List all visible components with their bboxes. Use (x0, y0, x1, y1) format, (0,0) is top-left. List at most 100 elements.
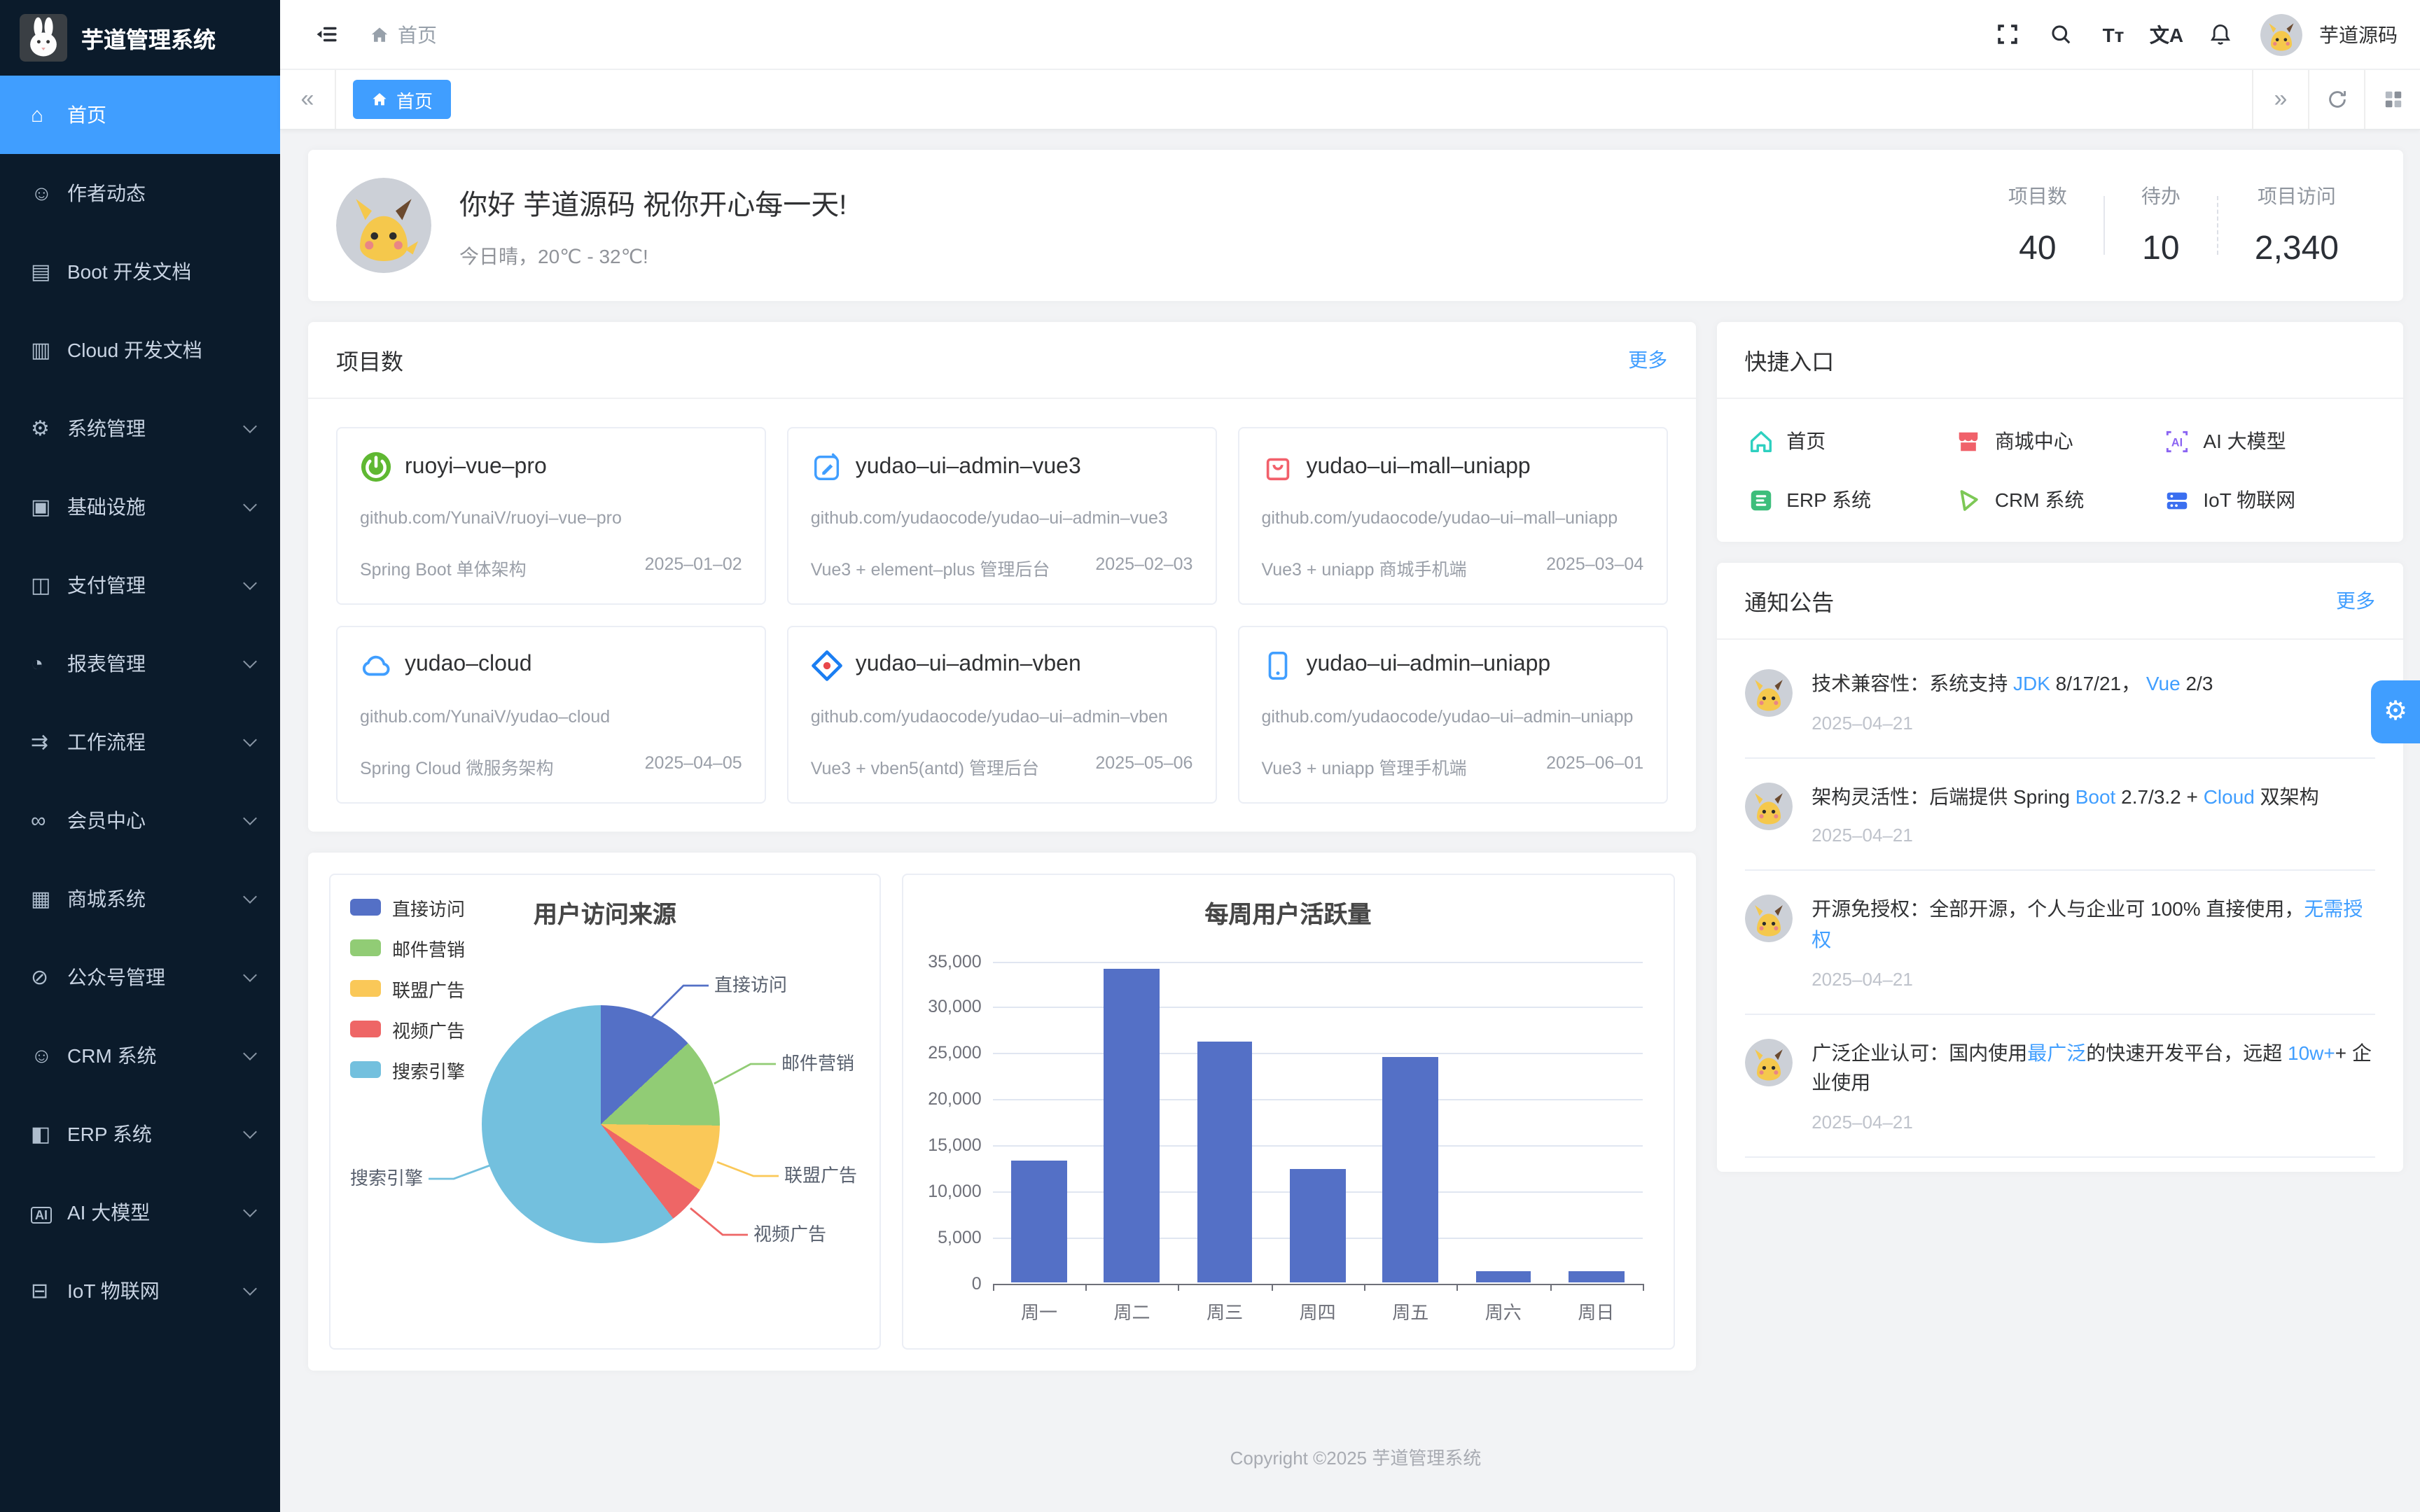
gear-icon: ⚙ (31, 416, 67, 441)
tabs-scroll-left-icon[interactable]: « (280, 70, 336, 129)
rabbit-logo-icon (20, 14, 67, 62)
project-desc: Vue3 + vben5(antd) 管理后台 (811, 752, 1039, 779)
notice-item-1[interactable]: 技术兼容性：系统支持 JDK 8/17/21， Vue 2/32025–04–2… (1744, 645, 2375, 758)
stat-label: 项目访问 (2255, 182, 2339, 210)
project-card-3[interactable]: yudao–ui–mall–uniappgithub.com/yudaocode… (1237, 427, 1667, 605)
legend-item-2[interactable]: 邮件营销 (350, 934, 465, 961)
project-date: 2025–01–02 (645, 554, 742, 581)
project-desc: Spring Cloud 微服务架构 (360, 752, 554, 779)
search-icon[interactable] (2036, 10, 2084, 58)
legend-swatch (350, 899, 381, 916)
notice-item-4[interactable]: 广泛企业认可：国内使用最广泛的快速开发平台，远超 10w++ 企业使用2025–… (1744, 1015, 2375, 1158)
layout-grid-icon[interactable] (2364, 70, 2420, 129)
bar-周二 (1104, 968, 1160, 1283)
sidebar-item-5[interactable]: ⚙系统管理 (0, 389, 280, 468)
tab-home[interactable]: 首页 (353, 80, 451, 119)
collapse-sidebar-icon[interactable] (302, 10, 350, 58)
sidebar-item-15[interactable]: AIAI 大模型 (0, 1173, 280, 1252)
stat-1: 项目数 40 (1972, 182, 2103, 269)
project-card-4[interactable]: yudao–cloudgithub.com/YunaiV/yudao–cloud… (336, 626, 766, 804)
y-axis-label: 30,000 (909, 997, 982, 1017)
sidebar-item-10[interactable]: ∞会员中心 (0, 781, 280, 860)
svg-text:AI: AI (2171, 435, 2183, 448)
stat-label: 待办 (2141, 182, 2181, 210)
stat-label: 项目数 (2008, 182, 2067, 210)
sidebar-item-label: Boot 开发文档 (67, 258, 191, 286)
legend-item-1[interactable]: 直接访问 (350, 894, 465, 920)
user-avatar[interactable] (2260, 13, 2302, 55)
sidebar-item-1[interactable]: ⌂首页 (0, 76, 280, 154)
sidebar-item-13[interactable]: ☺CRM 系统 (0, 1016, 280, 1095)
quick-entry-5[interactable]: CRM 系统 (1956, 486, 2164, 514)
breadcrumb[interactable]: 首页 (370, 20, 437, 48)
project-date: 2025–02–03 (1095, 554, 1192, 581)
username[interactable]: 芋道源码 (2319, 20, 2398, 48)
sidebar-item-14[interactable]: ◧ERP 系统 (0, 1095, 280, 1173)
chevron-down-icon (243, 497, 257, 511)
legend-item-5[interactable]: 搜索引擎 (350, 1056, 465, 1083)
chevron-down-icon (243, 1046, 257, 1060)
font-size-icon[interactable]: Tᴛ (2089, 10, 2137, 58)
project-card-2[interactable]: yudao–ui–admin–vue3github.com/yudaocode/… (787, 427, 1217, 605)
language-icon[interactable]: 文A (2143, 10, 2190, 58)
project-name: ruoyi–vue–pro (405, 454, 547, 479)
legend-label: 搜索引擎 (392, 1056, 465, 1083)
notice-item-2[interactable]: 架构灵活性：后端提供 Spring Boot 2.7/3.2 + Cloud 双… (1744, 758, 2375, 871)
quick-entry-4[interactable]: ERP 系统 (1747, 486, 1956, 514)
y-axis-label: 25,000 (909, 1043, 982, 1063)
project-desc: Spring Boot 单体架构 (360, 554, 527, 581)
sidebar-item-8[interactable]: ◔报表管理 (0, 624, 280, 703)
project-desc: Vue3 + uniapp 商城手机端 (1261, 554, 1466, 581)
project-card-1[interactable]: ruoyi–vue–progithub.com/YunaiV/ruoyi–vue… (336, 427, 766, 605)
project-desc: Vue3 + element–plus 管理后台 (811, 554, 1050, 581)
ai-icon: AI (31, 1200, 67, 1224)
legend-item-3[interactable]: 联盟广告 (350, 975, 465, 1002)
legend-swatch (350, 1021, 381, 1037)
notice-item-3[interactable]: 开源免授权：全部开源，个人与企业可 100% 直接使用，无需授权2025–04–… (1744, 872, 2375, 1015)
y-axis-label: 20,000 (909, 1089, 982, 1109)
bar-周六 (1475, 1271, 1531, 1283)
legend-item-4[interactable]: 视频广告 (350, 1016, 465, 1042)
sidebar-item-11[interactable]: ▦商城系统 (0, 860, 280, 938)
project-card-5[interactable]: yudao–ui–admin–vbengithub.com/yudaocode/… (787, 626, 1217, 804)
projects-more-link[interactable]: 更多 (1628, 346, 1667, 374)
quick-entry-1[interactable]: 首页 (1747, 427, 1956, 455)
sidebar-item-3[interactable]: ▤Boot 开发文档 (0, 232, 280, 311)
settings-gear-button[interactable]: ⚙ (2371, 680, 2420, 743)
notification-bell-icon[interactable] (2196, 10, 2244, 58)
notices-more-link[interactable]: 更多 (2336, 587, 2375, 615)
greeting-card: 你好 芋道源码 祝你开心每一天! 今日晴，20℃ - 32℃! 项目数40待办1… (308, 150, 2403, 301)
sidebar-item-label: 首页 (67, 101, 106, 129)
member-icon: ∞ (31, 808, 67, 832)
project-card-6[interactable]: yudao–ui–admin–uniappgithub.com/yudaocod… (1237, 626, 1667, 804)
bar-周四 (1290, 1170, 1346, 1283)
stat-value: 40 (2008, 230, 2067, 269)
sidebar-item-2[interactable]: ☺作者动态 (0, 154, 280, 232)
project-url: github.com/yudaocode/yudao–ui–mall–uniap… (1261, 505, 1643, 532)
project-name: yudao–ui–admin–vue3 (856, 454, 1081, 479)
refresh-icon[interactable] (2308, 70, 2364, 129)
quick-entry-2[interactable]: 商城中心 (1956, 427, 2164, 455)
projects-panel: 项目数 更多 ruoyi–vue–progithub.com/YunaiV/ru… (308, 322, 1695, 831)
tabs-scroll-right-icon[interactable]: » (2252, 70, 2308, 129)
sidebar-item-9[interactable]: ⇉工作流程 (0, 703, 280, 781)
sidebar-item-4[interactable]: ▥Cloud 开发文档 (0, 311, 280, 389)
chevron-down-icon (243, 575, 257, 589)
quick-entry-grid: 首页 商城中心 AIAI 大模型 ERP 系统CRM 系统IoT 物联网 (1716, 399, 2403, 542)
sidebar-item-12[interactable]: ⊘公众号管理 (0, 938, 280, 1016)
project-date: 2025–04–05 (645, 752, 742, 779)
quick-entry-3[interactable]: AIAI 大模型 (2164, 427, 2372, 455)
quick-entry-label: 商城中心 (1995, 427, 2073, 455)
quick-entry-6[interactable]: IoT 物联网 (2164, 486, 2372, 514)
fullscreen-icon[interactable] (1983, 10, 2031, 58)
x-axis-label: 周一 (993, 1297, 1086, 1324)
sidebar-item-label: 会员中心 (67, 806, 146, 834)
mall-red-icon (1956, 428, 1982, 454)
sidebar-item-16[interactable]: ⊟IoT 物联网 (0, 1252, 280, 1330)
vben-project-icon (811, 650, 843, 682)
page: 芋道管理系统 ⌂首页☺作者动态▤Boot 开发文档▥Cloud 开发文档⚙系统管… (0, 0, 2420, 1512)
sidebar-item-7[interactable]: ◫支付管理 (0, 546, 280, 624)
sidebar-item-6[interactable]: ▣基础设施 (0, 468, 280, 546)
bar-chart: 每周用户活跃量 05,00010,00015,00020,00025,00030… (902, 873, 1675, 1349)
chevron-down-icon (243, 1281, 257, 1295)
